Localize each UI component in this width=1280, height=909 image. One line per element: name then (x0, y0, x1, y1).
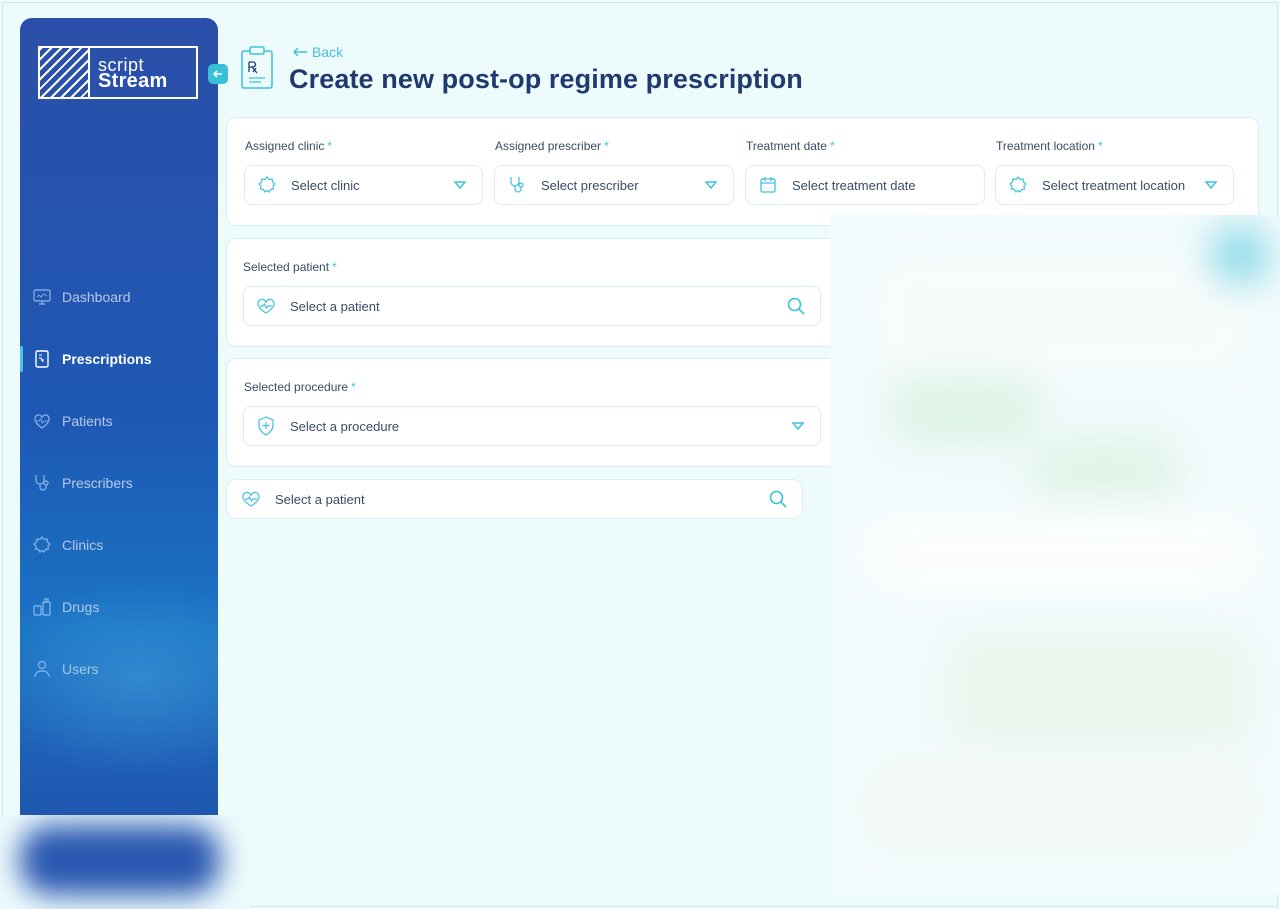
arrow-left-icon (293, 47, 307, 57)
pills-icon (33, 598, 51, 616)
chevron-down-icon (705, 181, 717, 190)
prescriber-select-value: Select prescriber (541, 177, 639, 193)
sidebar-item-label: Dashboard (62, 289, 131, 305)
procedure-select[interactable]: Select a procedure (243, 406, 821, 446)
clinic-icon (1009, 176, 1027, 193)
treatment-date-picker[interactable]: Select treatment date (745, 165, 985, 205)
collapse-sidebar-button[interactable] (208, 64, 228, 84)
treatment-date-value: Select treatment date (792, 177, 916, 193)
blurred-panel (830, 215, 1280, 895)
sidebar-item-patients[interactable]: Patients (20, 390, 218, 452)
app-logo[interactable]: script Stream (38, 46, 198, 99)
shield-plus-icon (258, 416, 274, 436)
user-icon (34, 660, 50, 678)
assignment-card: Assigned clinic * Select clinic Assigned … (226, 117, 1259, 226)
sidebar-item-label: Drugs (62, 599, 100, 615)
page-title: Create new post-op regime prescription (289, 64, 803, 94)
sidebar-item-prescribers[interactable]: Prescribers (20, 452, 218, 514)
back-link[interactable]: Back (292, 44, 343, 60)
sidebar-item-prescriptions[interactable]: Prescriptions (20, 328, 218, 390)
back-label: Back (312, 44, 344, 60)
procedure-label: Selected procedure * (244, 380, 356, 394)
clinic-icon (32, 535, 52, 554)
stethoscope-icon (35, 475, 49, 491)
sidebar: script Stream Dashboard Prescriptions Pa… (20, 18, 218, 898)
stethoscope-icon (510, 177, 524, 193)
search-icon[interactable] (768, 489, 788, 509)
prescriber-select[interactable]: Select prescriber (494, 165, 734, 205)
sidebar-item-label: Clinics (62, 537, 104, 553)
sidebar-item-drugs[interactable]: Drugs (20, 576, 218, 638)
patient-search-input[interactable]: Select a patient (243, 286, 821, 326)
treatment-location-label: Treatment location * (996, 139, 1103, 153)
prescription-doc-icon (240, 46, 274, 95)
sidebar-nav: Dashboard Prescriptions Patients Prescri… (20, 266, 218, 700)
clinic-label: Assigned clinic * (245, 139, 333, 153)
arrow-left-icon (212, 70, 222, 78)
heart-pulse-icon (34, 414, 50, 429)
sidebar-item-users[interactable]: Users (20, 638, 218, 700)
patient-quick-search-input[interactable]: Select a patient (226, 479, 803, 519)
procedure-card: Selected procedure * Select a procedure (226, 358, 846, 467)
clinic-select-value: Select clinic (291, 177, 360, 193)
logo-text-stream: Stream (98, 69, 168, 92)
chevron-down-icon (792, 422, 804, 431)
sidebar-item-label: Prescriptions (62, 351, 152, 367)
sidebar-item-label: Patients (62, 413, 113, 429)
patient-card: Selected patient * Select a patient (226, 238, 846, 347)
sidebar-item-clinics[interactable]: Clinics (20, 514, 218, 576)
patient-label: Selected patient * (243, 260, 337, 274)
sidebar-item-label: Prescribers (62, 475, 133, 491)
sidebar-item-label: Users (62, 661, 99, 677)
treatment-date-label: Treatment date * (746, 139, 835, 153)
treatment-location-value: Select treatment location (1042, 177, 1186, 193)
calendar-icon (760, 177, 776, 193)
clinic-select[interactable]: Select clinic (244, 165, 483, 205)
treatment-location-select[interactable]: Select treatment location (995, 165, 1234, 205)
prescription-icon (35, 350, 49, 368)
blurred-corner (0, 815, 250, 909)
patient-quick-search-placeholder: Select a patient (275, 491, 365, 507)
procedure-select-value: Select a procedure (290, 418, 400, 434)
chevron-down-icon (454, 181, 466, 190)
chevron-down-icon (1205, 181, 1217, 190)
monitor-icon (33, 289, 51, 305)
clinic-icon (258, 176, 276, 193)
patient-search-placeholder: Select a patient (290, 298, 380, 314)
prescriber-label: Assigned prescriber * (495, 139, 609, 153)
heart-pulse-icon (242, 491, 260, 507)
heart-pulse-icon (257, 298, 275, 314)
sidebar-item-dashboard[interactable]: Dashboard (20, 266, 218, 328)
search-icon[interactable] (786, 296, 806, 316)
logo-mark (40, 48, 90, 97)
